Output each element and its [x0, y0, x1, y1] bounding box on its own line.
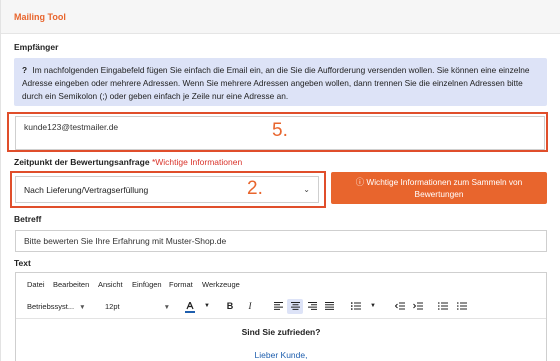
rich-text-editor[interactable]: Datei Bearbeiten Ansicht Einfügen Format…: [15, 272, 547, 361]
numbered-list-dropdown-icon[interactable]: ▼: [365, 299, 381, 314]
bold-icon[interactable]: B: [222, 299, 238, 314]
mailing-tool-panel: Mailing Tool Empfänger ? Im nachfolgende…: [0, 0, 560, 361]
timing-required-note: *Wichtige Informationen: [151, 157, 243, 167]
chevron-down-icon: ▼: [163, 304, 171, 311]
menu-edit[interactable]: Bearbeiten: [53, 280, 89, 289]
numbered-list-icon[interactable]: [348, 299, 364, 314]
list-icon[interactable]: [454, 299, 470, 314]
editor-content-greeting: Lieber Kunde,: [254, 350, 308, 360]
step-number-5: 5.: [272, 120, 288, 141]
question-icon: ?: [22, 65, 28, 75]
editor-menubar: Datei Bearbeiten Ansicht Einfügen Format…: [16, 273, 546, 295]
text-color-dropdown-icon[interactable]: ▼: [199, 299, 215, 314]
recipient-label: Empfänger: [14, 42, 59, 52]
indent-icon[interactable]: [410, 299, 426, 314]
bullet-list-icon[interactable]: [435, 299, 451, 314]
highlight-timing-select: [10, 171, 326, 208]
editor-content-heading: Sind Sie zufrieden?: [241, 327, 321, 337]
outdent-icon[interactable]: [392, 299, 408, 314]
font-family-value: Betriebssyst...: [27, 302, 75, 311]
step-number-2: 2.: [247, 178, 263, 199]
info-button[interactable]: ⓘ Wichtige Informationen zum Sammeln von…: [331, 172, 547, 204]
text-label: Text: [14, 258, 31, 268]
font-size-select[interactable]: 12pt ▼: [105, 302, 170, 311]
recipient-info-text: Im nachfolgenden Eingabefeld fügen Sie e…: [22, 65, 530, 101]
menu-file[interactable]: Datei: [27, 280, 45, 289]
timing-label: Zeitpunkt der Bewertungsanfrage *Wichtig…: [14, 157, 242, 167]
align-right-icon[interactable]: [304, 299, 320, 314]
menu-insert[interactable]: Einfügen: [132, 280, 162, 289]
editor-toolbar: Betriebssyst... ▼ 12pt ▼ ▼ B I ▼: [16, 295, 546, 319]
chevron-down-icon: ▼: [79, 304, 86, 311]
subject-input[interactable]: [15, 230, 547, 252]
menu-format[interactable]: Format: [169, 280, 193, 289]
menu-view[interactable]: Ansicht: [98, 280, 123, 289]
align-center-icon[interactable]: [287, 299, 303, 314]
font-size-value: 12pt: [105, 302, 120, 311]
panel-title: Mailing Tool: [14, 12, 66, 22]
subject-label: Betreff: [14, 214, 42, 224]
align-justify-icon[interactable]: [321, 299, 337, 314]
panel-header: Mailing Tool: [1, 0, 560, 34]
info-button-label: Wichtige Informationen zum Sammeln von B…: [366, 177, 523, 199]
info-icon: ⓘ: [355, 177, 365, 187]
font-family-select[interactable]: Betriebssyst... ▼: [27, 302, 86, 311]
italic-icon[interactable]: I: [242, 299, 258, 314]
timing-label-text: Zeitpunkt der Bewertungsanfrage: [14, 157, 150, 167]
recipient-info-box: ? Im nachfolgenden Eingabefeld fügen Sie…: [14, 58, 547, 106]
text-color-icon: [185, 302, 195, 313]
text-color-button[interactable]: [182, 299, 198, 314]
menu-tools[interactable]: Werkzeuge: [202, 280, 240, 289]
align-left-icon[interactable]: [270, 299, 286, 314]
